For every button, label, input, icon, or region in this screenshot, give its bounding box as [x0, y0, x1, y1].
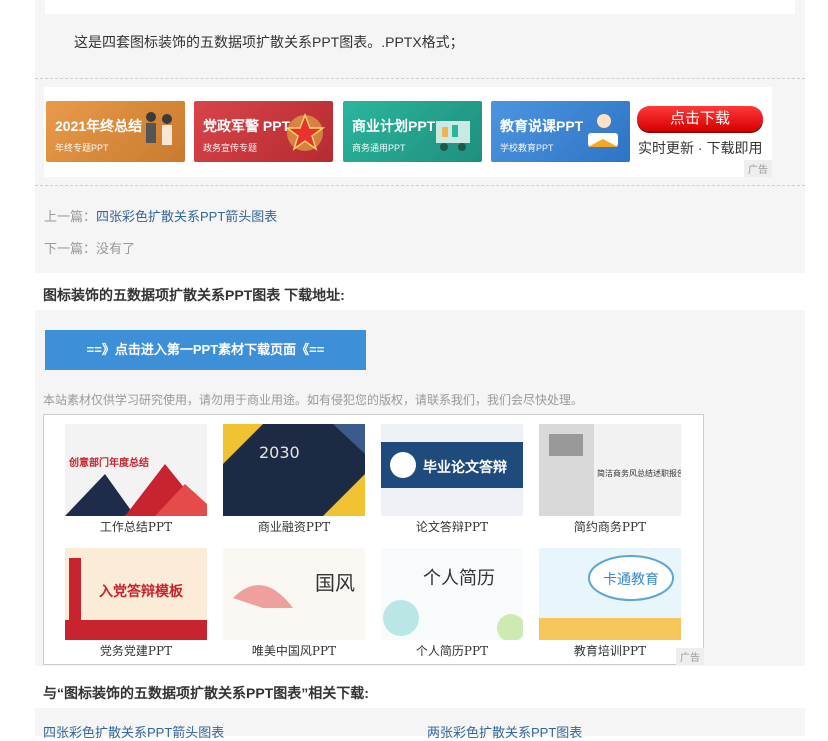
ad-card-subtitle: 商务通用PPT [352, 143, 406, 153]
ad-card-title: 2021年终总结 [55, 118, 143, 134]
copyright-notice: 本站素材仅供学习研究使用，请勿用于商业用途。如有侵犯您的版权，请联系我们，我们会… [43, 393, 584, 407]
ad-card-education[interactable]: 教育说课PPT 学校教育PPT [491, 101, 630, 162]
ad-card-year-end[interactable]: 2021年终总结 年终专题PPT [46, 101, 185, 162]
ad-tag: 广告 [744, 160, 772, 177]
download-heading: 图标装饰的五数据项扩散关系PPT图表 下载地址: [43, 287, 345, 303]
divider [35, 185, 805, 186]
prev-article: 上一篇：四张彩色扩散关系PPT箭头图表 [44, 206, 277, 225]
next-label: 下一篇： [44, 241, 97, 256]
template-thumb-chinese-style[interactable]: 国风 [223, 548, 365, 640]
next-text: 没有了 [96, 241, 136, 256]
template-thumb-party[interactable]: 入党答辩模板 [65, 548, 207, 640]
thumb-text: 简洁商务风总结述职报告 [597, 468, 681, 478]
related-heading: 与“图标装饰的五数据项扩散关系PPT图表”相关下载: [43, 685, 369, 701]
prev-article-link[interactable]: 四张彩色扩散关系PPT箭头图表 [96, 209, 277, 224]
ad-download-button[interactable]: 点击下载 [637, 106, 763, 131]
next-article: 下一篇：没有了 [44, 238, 135, 257]
ad-card-title: 党政军警 PPT [203, 118, 291, 134]
article-content-box [45, 0, 795, 14]
business-people-icon [436, 121, 470, 151]
related-link[interactable]: 四张彩色扩散关系PPT箭头图表 [43, 722, 224, 741]
template-caption[interactable]: 个人简历PPT [381, 642, 523, 659]
ad-card-party[interactable]: 党政军警 PPT 政务宣传专题 [194, 101, 333, 162]
student-icon [588, 114, 618, 147]
template-caption[interactable]: 党务党建PPT [65, 642, 207, 659]
template-thumb-simple-business[interactable]: 简洁商务风总结述职报告 [539, 424, 681, 516]
thumb-text: 2030 [259, 443, 300, 462]
ad-card-subtitle: 年终专题PPT [55, 143, 109, 153]
template-thumb-resume[interactable]: 个人简历 [381, 548, 523, 640]
thumb-text: 入党答辩模板 [99, 583, 184, 600]
ad-card-subtitle: 学校教育PPT [500, 143, 554, 153]
thumb-text: 卡通教育 [603, 572, 659, 588]
template-caption[interactable]: 教育培训PPT [539, 642, 681, 659]
related-link[interactable]: 两张彩色扩散关系PPT图表 [427, 722, 582, 741]
thumb-text: 国风 [315, 571, 355, 595]
thumb-text: 毕业论文答辩 [423, 459, 507, 476]
ad-subtitle: 实时更新 · 下载即用 [638, 140, 763, 156]
template-ad-grid[interactable]: 创意部门年度总结 工作总结PPT 2030 商业融资PPT 毕业论文答辩 论文答… [43, 414, 704, 665]
ad-banner[interactable]: 2021年终总结 年终专题PPT 党政军警 PPT 政务宣传专题 商业计划PPT… [44, 87, 772, 177]
template-thumb-thesis[interactable]: 毕业论文答辩 [381, 424, 523, 516]
ad-card-title: 教育说课PPT [500, 118, 584, 134]
ad-tag: 广告 [676, 648, 704, 665]
ad-card-title: 商业计划PPT [352, 118, 436, 134]
template-thumb-education[interactable]: 卡通教育 [539, 548, 681, 640]
template-caption[interactable]: 工作总结PPT [65, 518, 207, 535]
article-description: 这是四套图标装饰的五数据项扩散关系PPT图表。.PPTX格式； [74, 34, 464, 50]
template-caption[interactable]: 简约商务PPT [539, 518, 681, 535]
template-thumb-financing[interactable]: 2030 [223, 424, 365, 516]
download-page-button[interactable]: ==》点击进入第一PPT素材下载页面《== [45, 330, 366, 370]
template-caption[interactable]: 商业融资PPT [223, 518, 365, 535]
prev-label: 上一篇： [44, 209, 97, 224]
thumb-text: 创意部门年度总结 [68, 456, 149, 469]
divider [35, 78, 805, 79]
thumb-text: 个人简历 [423, 568, 495, 589]
people-icon [146, 112, 172, 145]
template-caption[interactable]: 唯美中国风PPT [223, 642, 365, 659]
template-thumb-work-summary[interactable]: 创意部门年度总结 [65, 424, 207, 516]
template-caption[interactable]: 论文答辩PPT [381, 518, 523, 535]
star-icon [284, 112, 326, 151]
ad-card-business[interactable]: 商业计划PPT 商务通用PPT [343, 101, 482, 162]
ad-card-subtitle: 政务宣传专题 [203, 143, 258, 153]
